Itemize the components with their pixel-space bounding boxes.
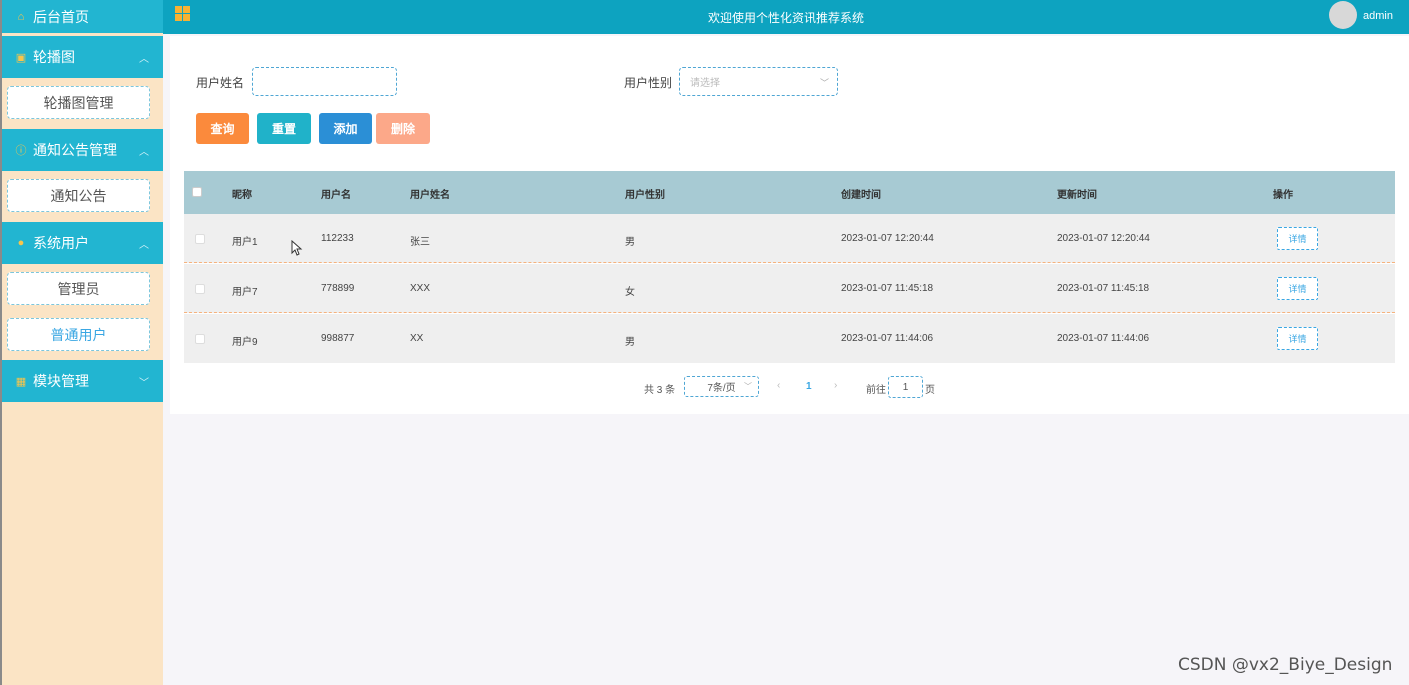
add-button[interactable]: 添加 bbox=[319, 113, 372, 144]
table-row: 用户7 778899 XXX 女 2023-01-07 11:45:18 202… bbox=[184, 264, 1395, 313]
row-checkbox[interactable] bbox=[195, 334, 205, 344]
cell-nickname: 用户1 bbox=[232, 237, 258, 248]
main-panel: 用户姓名 用户性别 请选择 ﹀ 查询 重置 添加 删除 昵称 用户名 用户姓名 … bbox=[170, 36, 1409, 414]
goto-page-input[interactable]: 1 bbox=[888, 376, 923, 398]
avatar[interactable] bbox=[1329, 1, 1357, 29]
cell-gender: 女 bbox=[625, 287, 635, 298]
user-icon: ● bbox=[17, 237, 25, 249]
next-page-button[interactable]: › bbox=[834, 380, 837, 391]
image-icon: ▣ bbox=[15, 51, 27, 64]
chevron-up-icon: ︿ bbox=[139, 53, 149, 65]
sidebar-item-normal-user[interactable]: 普通用户 bbox=[7, 318, 150, 351]
mouse-cursor-icon bbox=[291, 240, 303, 256]
cell-realname: XX bbox=[410, 333, 424, 344]
cell-created: 2023-01-07 12:20:44 bbox=[841, 233, 934, 244]
sidebar: ⌂ 后台首页 ▣ 轮播图 ︿ 轮播图管理 ⓘ 通知公告管理 ︿ 通知公告 ● 系… bbox=[0, 0, 163, 685]
nav-section-carousel[interactable]: ▣ 轮播图 ︿ bbox=[2, 36, 163, 78]
nav-section-label: 轮播图 bbox=[33, 49, 75, 65]
chevron-down-icon: ﹀ bbox=[139, 377, 149, 389]
table-header: 昵称 用户名 用户姓名 用户性别 创建时间 更新时间 操作 bbox=[184, 171, 1395, 214]
grid-icon: ▦ bbox=[15, 375, 27, 388]
info-icon: ⓘ bbox=[15, 145, 27, 157]
detail-button[interactable]: 详情 bbox=[1277, 277, 1318, 300]
page-size-select[interactable]: 7条/页 ﹀ bbox=[684, 376, 759, 397]
home-icon: ⌂ bbox=[17, 10, 25, 23]
username[interactable]: admin bbox=[1363, 10, 1393, 22]
column-realname[interactable]: 用户姓名 bbox=[410, 186, 450, 201]
cell-created: 2023-01-07 11:44:06 bbox=[841, 333, 934, 344]
column-username[interactable]: 用户名 bbox=[321, 186, 351, 201]
chevron-up-icon: ︿ bbox=[139, 146, 149, 158]
nav-home[interactable]: ⌂ 后台首页 bbox=[2, 0, 163, 33]
row-checkbox[interactable] bbox=[195, 284, 205, 294]
cell-nickname: 用户7 bbox=[232, 287, 258, 298]
page-number-current[interactable]: 1 bbox=[806, 381, 812, 392]
sidebar-item-admin[interactable]: 管理员 bbox=[7, 272, 150, 305]
cell-realname: 张三 bbox=[410, 237, 430, 248]
nav-section-label: 通知公告管理 bbox=[33, 142, 117, 158]
chevron-down-icon: ﹀ bbox=[819, 78, 829, 88]
cell-created: 2023-01-07 11:45:18 bbox=[841, 283, 934, 294]
gender-placeholder: 请选择 bbox=[690, 78, 720, 89]
delete-button[interactable]: 删除 bbox=[376, 113, 430, 144]
row-checkbox[interactable] bbox=[195, 234, 205, 244]
reset-button[interactable]: 重置 bbox=[257, 113, 311, 144]
gender-label: 用户性别 bbox=[624, 76, 673, 90]
nav-home-label: 后台首页 bbox=[33, 8, 89, 25]
cell-gender: 男 bbox=[625, 237, 635, 248]
column-actions: 操作 bbox=[1273, 190, 1293, 201]
nav-section-label: 系统用户 bbox=[33, 235, 89, 251]
name-input[interactable] bbox=[252, 67, 397, 96]
column-created[interactable]: 创建时间 bbox=[841, 186, 881, 201]
table-row: 用户9 998877 XX 男 2023-01-07 11:44:06 2023… bbox=[184, 314, 1395, 363]
cell-updated: 2023-01-07 11:45:18 bbox=[1057, 283, 1150, 294]
cell-updated: 2023-01-07 12:20:44 bbox=[1057, 233, 1150, 244]
detail-button[interactable]: 详情 bbox=[1277, 327, 1318, 350]
column-nickname[interactable]: 昵称 bbox=[232, 186, 252, 201]
cell-username: 778899 bbox=[321, 283, 355, 294]
chevron-down-icon: ﹀ bbox=[744, 382, 752, 391]
sidebar-item-carousel-manage[interactable]: 轮播图管理 bbox=[7, 86, 150, 119]
select-all-checkbox[interactable] bbox=[192, 187, 202, 197]
sidebar-item-notice[interactable]: 通知公告 bbox=[7, 179, 150, 212]
page-title: 欢迎使用个性化资讯推荐系统 bbox=[707, 11, 864, 25]
column-updated[interactable]: 更新时间 bbox=[1057, 186, 1097, 201]
gender-select[interactable]: 请选择 ﹀ bbox=[679, 67, 838, 96]
cell-nickname: 用户9 bbox=[232, 337, 258, 348]
goto-suffix: 页 bbox=[925, 385, 935, 396]
query-button[interactable]: 查询 bbox=[196, 113, 249, 144]
prev-page-button[interactable]: ‹ bbox=[777, 380, 780, 391]
detail-button[interactable]: 详情 bbox=[1277, 227, 1318, 250]
name-label: 用户姓名 bbox=[196, 76, 245, 90]
cell-gender: 男 bbox=[625, 337, 635, 348]
cell-updated: 2023-01-07 11:44:06 bbox=[1057, 333, 1150, 344]
cell-realname: XXX bbox=[410, 283, 431, 294]
cell-username: 112233 bbox=[321, 233, 354, 244]
table-row: 用户1 112233 张三 男 2023-01-07 12:20:44 2023… bbox=[184, 214, 1395, 263]
chevron-up-icon: ︿ bbox=[139, 239, 149, 251]
nav-section-system-users[interactable]: ● 系统用户 ︿ bbox=[2, 222, 163, 264]
watermark: CSDN @vx2_Biye_Design bbox=[1178, 655, 1393, 675]
pagination-total: 共 3 条 bbox=[644, 385, 676, 396]
top-bar: 欢迎使用个性化资讯推荐系统 admin bbox=[163, 0, 1409, 34]
nav-section-label: 模块管理 bbox=[33, 373, 89, 389]
page-size-value: 7条/页 bbox=[707, 383, 736, 394]
nav-section-modules[interactable]: ▦ 模块管理 ﹀ bbox=[2, 360, 163, 402]
nav-section-notice[interactable]: ⓘ 通知公告管理 ︿ bbox=[2, 129, 163, 171]
cell-username: 998877 bbox=[321, 333, 355, 344]
column-gender[interactable]: 用户性别 bbox=[625, 186, 665, 201]
goto-label: 前往 bbox=[866, 385, 886, 396]
